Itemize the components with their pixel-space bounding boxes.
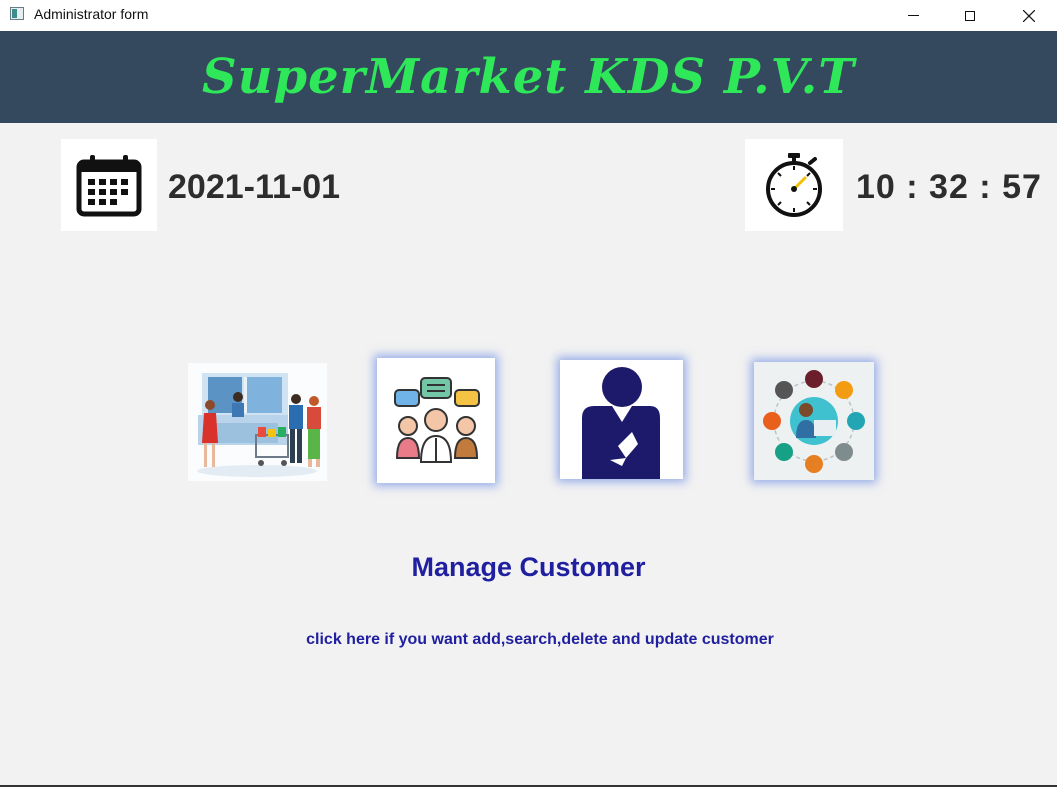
- window-title: Administrator form: [34, 6, 149, 22]
- minimize-icon: [907, 15, 919, 16]
- feature-heading: Manage Customer: [411, 552, 646, 582]
- date-display: 2021-11-01: [168, 168, 341, 206]
- brand-title: SuperMarket KDS P.V.T: [201, 49, 855, 105]
- window-titlebar: Administrator form: [0, 0, 1057, 31]
- time-display: 10 : 32 : 57: [856, 168, 1042, 206]
- close-button[interactable]: [1006, 0, 1052, 31]
- calendar-tile: [61, 139, 157, 231]
- business-network-tile[interactable]: [754, 362, 874, 480]
- manage-employee-tile[interactable]: [560, 360, 683, 479]
- maximize-button[interactable]: [947, 0, 993, 31]
- header-banner: SuperMarket KDS P.V.T: [0, 31, 1057, 123]
- business-network-icon: [763, 370, 865, 473]
- stopwatch-icon: [766, 153, 822, 217]
- stopwatch-tile: [745, 139, 843, 231]
- user-silhouette-icon: [582, 367, 660, 479]
- calendar-icon: [76, 155, 142, 217]
- shoppers-tile[interactable]: [188, 363, 327, 481]
- feature-description-link[interactable]: click here if you want add,search,delete…: [0, 631, 1057, 649]
- maximize-icon: [965, 10, 975, 21]
- customers-group-icon: [394, 377, 480, 463]
- close-icon: [1023, 9, 1035, 22]
- manage-customer-tile[interactable]: [377, 358, 495, 483]
- app-icon: [10, 7, 24, 20]
- minimize-button[interactable]: [890, 0, 936, 31]
- shoppers-illustration-icon: [197, 373, 321, 477]
